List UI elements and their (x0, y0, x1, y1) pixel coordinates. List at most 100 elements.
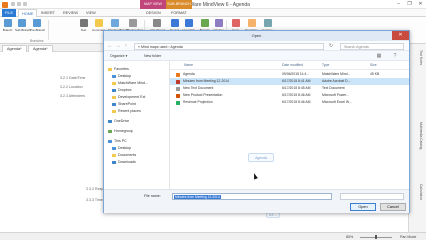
sub-branch-icon (17, 19, 26, 27)
branch-button[interactable]: Branch (1, 19, 14, 39)
sub-branch-button[interactable]: Sub-Branch (15, 19, 31, 39)
tab-file[interactable]: FILE (2, 9, 17, 17)
nav-item-dropbox[interactable]: Dropbox (112, 88, 132, 92)
open-file-dialog: Open ✕ ← → ↑ « Mind maps used › Agenda ↻… (103, 30, 410, 213)
branch-icon (3, 19, 12, 27)
search-input[interactable]: Search Agenda (340, 42, 404, 50)
computer-icon (108, 139, 112, 143)
mindview-file-icon (176, 72, 180, 77)
pre-branch-button[interactable]: Pre-Branch (30, 19, 45, 39)
ribbon-separator (48, 20, 49, 40)
map-root-node[interactable]: Agenda (248, 153, 274, 162)
address-path[interactable]: « Mind maps used › Agenda (134, 42, 324, 50)
tab-design[interactable]: DESIGN (143, 9, 164, 17)
cancel-button[interactable]: Cancel (380, 203, 406, 211)
nav-item-sharepoint[interactable]: SharePoint (112, 102, 136, 106)
dialog-close-button[interactable]: ✕ (392, 31, 409, 40)
tab-insert[interactable]: INSERT (38, 9, 58, 17)
help-icon[interactable]: ? (392, 53, 398, 59)
tab-view[interactable]: VIEW (83, 9, 99, 17)
nav-item-recent-places[interactable]: Recent places (112, 109, 141, 113)
pre-branch-icon (32, 19, 41, 27)
comment-icon (94, 19, 103, 27)
side-tab-multimedia-catalog[interactable]: Multimedia Catalog (413, 122, 423, 149)
maximize-button[interactable]: ❐ (404, 0, 415, 8)
file-row[interactable]: New Product Presentation 6/17/2015 8:46 … (170, 92, 409, 99)
dialog-address-bar: ← → ↑ « Mind maps used › Agenda ↻ Search… (104, 41, 409, 51)
open-button[interactable]: Open (350, 203, 376, 211)
nav-item-desktop-pc[interactable]: Desktop (112, 146, 131, 150)
map-item[interactable]: 3.2.3 Attendees (60, 94, 85, 98)
tab-home[interactable]: HOME (18, 9, 38, 17)
file-date: 6/17/2015 8:46 AM (282, 100, 311, 104)
back-arrow-icon[interactable]: ← (107, 43, 113, 49)
document-tab[interactable]: Agenda* (28, 45, 53, 52)
file-date: 6/17/2015 8:46 AM (282, 93, 311, 97)
homegroup-icon (108, 129, 112, 133)
nav-item-label: SharePoint (118, 102, 136, 106)
nav-item-this-pc[interactable]: This PC (108, 139, 127, 143)
nav-item-label: Recent places (118, 109, 141, 113)
side-tab-text-notes[interactable]: Text Notes (413, 50, 423, 65)
column-header-name[interactable]: Name (184, 63, 193, 67)
recent-places-icon (112, 109, 116, 113)
text-note-icon (247, 19, 256, 27)
nav-item-documents[interactable]: Documents (112, 153, 136, 157)
map-item[interactable]: 3.2.1 Date/Time (60, 76, 85, 80)
file-name-value: Minutes from Meeting 12-2014 (174, 194, 221, 199)
nav-item-development[interactable]: Development Ext (112, 95, 145, 99)
nav-item-label: MatchWare Mind... (118, 81, 149, 85)
hyperlink-icon (184, 19, 193, 27)
file-name-input[interactable]: Minutes from Meeting 12-2014 (172, 192, 332, 200)
context-tab-map-view[interactable]: MAP VIEW (140, 0, 166, 9)
file-row[interactable]: Revenue Projection 6/17/2015 8:46 AM Mic… (170, 99, 409, 106)
nav-item-label: Homegroup (114, 129, 133, 133)
pan-mode-status: Pan Mode (400, 234, 417, 239)
file-type: Adobe Acrobat D... (322, 79, 351, 83)
document-tab[interactable]: Agenda* (2, 45, 27, 52)
file-type-select[interactable] (340, 192, 404, 200)
nav-item-favorites[interactable]: Favorites (108, 67, 129, 71)
map-item[interactable]: 3.2.2 Location (60, 85, 83, 89)
column-header-size[interactable]: Size (370, 63, 377, 67)
file-date: 6/17/2015 8:41 AM (282, 79, 311, 83)
nav-item-label: Desktop (118, 146, 132, 150)
title-bar: MatchWare MindView 6 - Agenda MAP VIEW S… (0, 0, 426, 9)
file-date: 09/06/2015 11:4... (282, 72, 310, 76)
minimize-button[interactable]: – (393, 0, 404, 8)
view-options-icon[interactable]: ▦ (376, 53, 382, 59)
pdf-file-icon (176, 79, 180, 84)
close-window-button[interactable]: ✕ (415, 0, 426, 8)
refresh-icon[interactable]: ↻ (328, 43, 334, 49)
file-type: Text Document (322, 86, 345, 90)
text-file-icon (176, 86, 180, 91)
nav-item-desktop[interactable]: Desktop (112, 74, 131, 78)
ribbon-tabs: FILE HOME INSERT REVIEW VIEW DESIGN FORM… (0, 9, 426, 17)
file-row-selected[interactable]: Minutes from Meeting 12-2014 6/17/2015 8… (170, 78, 409, 85)
zoom-slider-thumb[interactable] (375, 235, 377, 239)
forward-arrow-icon[interactable]: → (115, 43, 121, 49)
nav-item-label: Favorites (114, 67, 129, 71)
side-tab-calculation[interactable]: Calculation (413, 184, 423, 200)
tab-review[interactable]: REVIEW (60, 9, 81, 17)
floating-branch-icon (110, 19, 119, 27)
organize-menu[interactable]: Organize ▾ (110, 54, 127, 58)
new-folder-button[interactable]: New folder (144, 54, 161, 58)
nav-item-homegroup[interactable]: Homegroup (108, 129, 133, 133)
nav-item-label: Downloads (118, 160, 136, 164)
nav-item-matchware[interactable]: MatchWare Mind... (112, 81, 148, 85)
file-row[interactable]: New Text Document 6/17/2015 8:45 AM Text… (170, 85, 409, 92)
text-icon (79, 19, 88, 27)
context-tab-sub-branch[interactable]: SUB-BRANCH (166, 0, 192, 9)
nav-item-downloads[interactable]: Downloads (112, 160, 136, 164)
column-header-date[interactable]: Date modified (282, 63, 303, 67)
up-arrow-icon[interactable]: ↑ (123, 43, 129, 49)
column-header-type[interactable]: Type (322, 63, 329, 67)
nav-item-onedrive[interactable]: OneDrive (108, 119, 129, 123)
file-row[interactable]: Agenda 09/06/2015 11:4... MatchWare Mind… (170, 71, 409, 78)
tab-format[interactable]: FORMAT (168, 9, 190, 17)
side-panel: Text Notes Multimedia Catalog Calculatio… (408, 44, 426, 232)
attachment-icon (152, 19, 161, 27)
text-button[interactable]: Text (77, 19, 90, 39)
desktop-icon (112, 146, 116, 150)
